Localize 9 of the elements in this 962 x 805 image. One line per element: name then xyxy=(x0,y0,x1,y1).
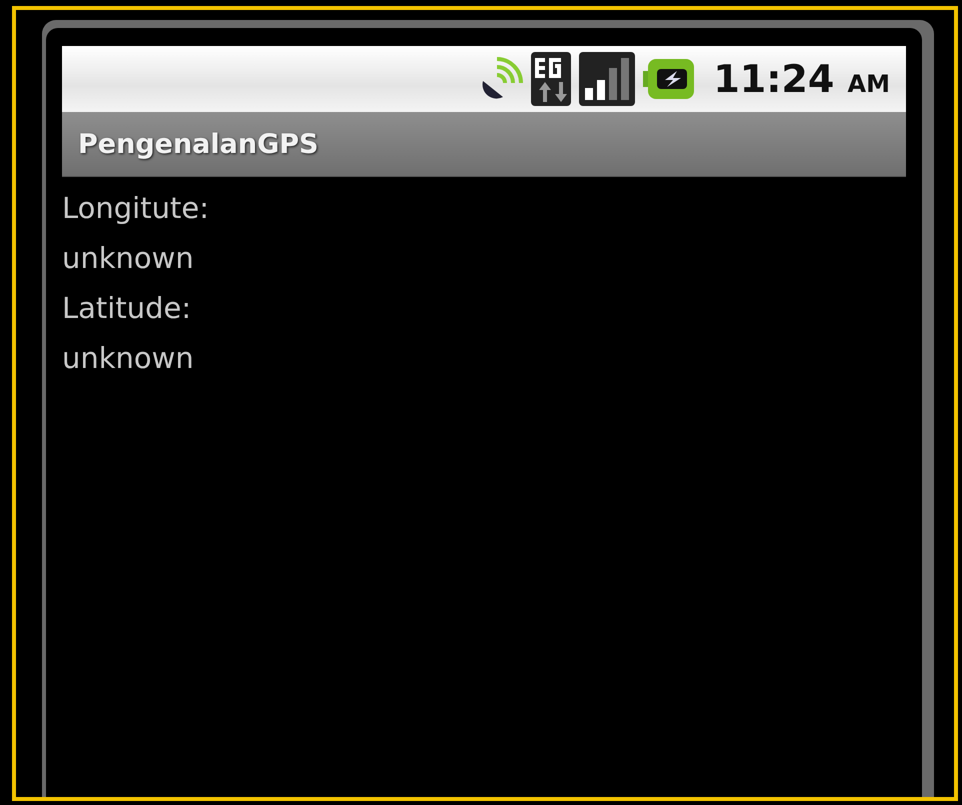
battery-charging-icon xyxy=(643,59,696,99)
network-3g-icon xyxy=(531,52,572,106)
text-line: unknown xyxy=(62,340,194,377)
clock-time: 11:24 AM xyxy=(713,57,890,101)
signal-icon xyxy=(579,52,636,106)
text-line: Longitute: xyxy=(62,190,209,227)
text-line: Latitude: xyxy=(62,290,192,327)
text-line: unknown xyxy=(62,240,194,277)
app-title: PengenalanGPS xyxy=(78,128,318,160)
